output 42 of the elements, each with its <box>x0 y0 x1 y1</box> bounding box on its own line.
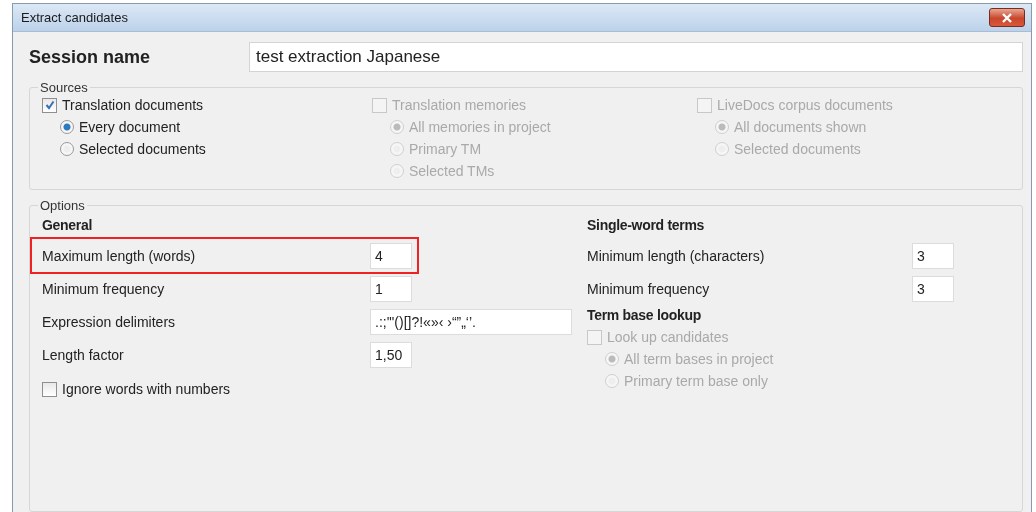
radio-label: All memories in project <box>409 119 551 135</box>
radio-button[interactable] <box>60 120 74 134</box>
radio-label: Selected TMs <box>409 163 495 179</box>
window-title: Extract candidates <box>21 10 128 25</box>
radio-button[interactable] <box>605 374 619 388</box>
radio-label: All documents shown <box>734 119 867 135</box>
checkbox-label: Ignore words with numbers <box>62 381 231 397</box>
radio-label: Primary term base only <box>624 373 768 389</box>
radio-button[interactable] <box>605 352 619 366</box>
radio-button[interactable] <box>60 142 74 156</box>
number-field[interactable]: .:;'"()[]?!«»‹ ›“”„‘’. <box>370 308 572 335</box>
field-label: Minimum length (characters) <box>587 247 766 264</box>
checkbox[interactable] <box>42 381 57 397</box>
field-label: Length factor <box>42 346 125 363</box>
number-field[interactable]: 3 <box>912 242 954 269</box>
radio-label: Selected documents <box>79 141 206 157</box>
radio-label: Every document <box>79 119 181 135</box>
number-field[interactable]: 1 <box>370 275 412 302</box>
checkbox-label: Translation documents <box>62 97 204 113</box>
field-label: Session name <box>29 46 152 68</box>
group-title: Options <box>39 198 86 213</box>
field-label: Maximum length (words) <box>42 247 197 264</box>
section-heading: Single-word terms <box>587 217 706 233</box>
radio-label: All term bases in project <box>624 351 774 367</box>
group-title: Sources <box>39 80 89 95</box>
number-field[interactable]: 3 <box>912 275 954 302</box>
checkbox[interactable] <box>42 97 57 113</box>
number-field[interactable]: 4 <box>370 242 412 269</box>
field-label: Minimum frequency <box>587 280 711 297</box>
section-heading: Term base lookup <box>587 307 702 323</box>
close-button[interactable] <box>989 8 1025 27</box>
radio-label: Primary TM <box>409 141 482 157</box>
session-name-field[interactable]: test extraction Japanese <box>249 42 1023 72</box>
checkbox-label: Translation memories <box>392 97 527 113</box>
radio-label: Selected documents <box>734 141 861 157</box>
checkbox-label: Look up candidates <box>607 329 729 345</box>
number-field[interactable]: 1,50 <box>370 341 412 368</box>
field-label: Minimum frequency <box>42 280 166 297</box>
section-heading: General <box>42 217 94 233</box>
field-label: Expression delimiters <box>42 313 177 330</box>
checkbox-label: LiveDocs corpus documents <box>717 97 893 113</box>
close-icon <box>1001 12 1013 23</box>
